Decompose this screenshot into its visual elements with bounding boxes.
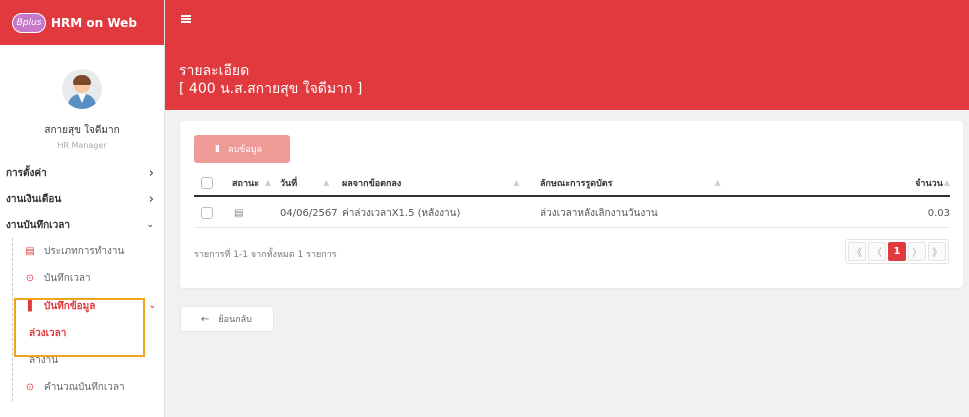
table-header: สถานะ ▲ วันที่ ▲ ผลจากข้อตกลง ▲ ลักษณะกา…: [194, 170, 950, 197]
result-cell: ค่าล่วงเวลาX1.5 (หลังงาน): [342, 207, 461, 219]
back-button-label: ย้อนกลับ: [218, 315, 252, 325]
sidebar-item-time-record[interactable]: ⊙ บันทึกเวลา: [13, 265, 164, 292]
profile-role: HR Manager: [57, 141, 107, 150]
trash-icon: ▮: [215, 144, 220, 154]
document-icon: ▤: [234, 207, 244, 219]
column-date[interactable]: วันที่ ▲: [280, 176, 329, 190]
pagination: 《 〈 1 〉 》: [845, 239, 949, 264]
brand-logo[interactable]: Bplus: [12, 12, 46, 33]
last-page-button[interactable]: 》: [928, 242, 946, 261]
column-header: วันที่: [280, 178, 298, 189]
sort-icon: ▲: [714, 178, 721, 187]
menu-settings[interactable]: การตั้งค่า ›: [0, 160, 164, 186]
menu-payroll-label: งานเงินเดือน: [6, 193, 62, 205]
focus-highlight: [14, 298, 145, 357]
sidebar-item-calc-time[interactable]: ⊙ คำนวณบันทึกเวลา: [13, 374, 164, 401]
list-icon: ▤: [25, 246, 35, 257]
profile-name: สกายสุข ใจดีมาก: [44, 125, 120, 136]
delete-button[interactable]: ▮ ลบข้อมูล: [194, 135, 290, 163]
clock-icon: ⊙: [25, 273, 35, 284]
sidebar-item-work-type[interactable]: ▤ ประเภทการทำงาน: [13, 238, 164, 265]
chevron-down-icon: ⌄: [148, 301, 156, 311]
detail-card: ▮ ลบข้อมูล สถานะ ▲ วันที่ ▲ ผลจากข้อตกลง…: [180, 121, 963, 288]
column-qty[interactable]: จำนวน ▲: [915, 176, 950, 190]
sidebar-item-label: คำนวณบันทึกเวลา: [44, 382, 125, 393]
sidebar-item-label: บันทึกเวลา: [44, 273, 91, 284]
nature-cell: ล่วงเวลาหลังเลิกงานวันงาน: [540, 207, 658, 219]
sort-icon: ▲: [513, 178, 520, 187]
back-button[interactable]: ← ย้อนกลับ: [180, 306, 274, 332]
row-checkbox[interactable]: [201, 207, 213, 219]
qty-cell: 0.03: [927, 207, 950, 219]
sidebar-item-label: ประเภทการทำงาน: [44, 246, 125, 257]
chevron-right-icon: ›: [148, 165, 154, 181]
clock-icon: ⊙: [25, 382, 35, 393]
column-header: สถานะ: [232, 178, 259, 189]
chevron-right-icon: ›: [148, 191, 154, 207]
next-page-button[interactable]: 〉: [908, 242, 926, 261]
first-page-button[interactable]: 《: [848, 242, 866, 261]
column-nature[interactable]: ลักษณะการรูดบัตร ▲: [540, 176, 721, 190]
column-header: ผลจากข้อตกลง: [342, 178, 402, 189]
status-cell: ▤: [234, 208, 243, 219]
sort-icon: ▲: [943, 178, 950, 187]
app-name[interactable]: HRM on Web: [51, 16, 137, 30]
menu-timekeeping[interactable]: งานบันทึกเวลา ⌄: [0, 212, 164, 238]
prev-page-button[interactable]: 〈: [868, 242, 886, 261]
page-1-button[interactable]: 1: [888, 242, 906, 261]
hamburger-icon[interactable]: [181, 15, 191, 23]
date-cell: 04/06/2567: [280, 207, 338, 219]
delete-button-label: ลบข้อมูล: [227, 145, 263, 155]
record-count: รายการที่ 1-1 จากทั้งหมด 1 รายการ: [194, 250, 337, 260]
column-status[interactable]: สถานะ ▲: [232, 176, 271, 190]
page-subtitle: [ 400 น.ส.สกายสุข ใจดีมาก ]: [179, 81, 363, 97]
sort-icon: ▲: [264, 178, 272, 187]
chevron-down-icon: ⌄: [146, 220, 154, 230]
column-result[interactable]: ผลจากข้อตกลง ▲: [342, 176, 519, 190]
sort-icon: ▲: [323, 178, 330, 187]
arrow-left-icon: ←: [201, 313, 210, 325]
page-header: รายละเอียด [ 400 น.ส.สกายสุข ใจดีมาก ]: [165, 0, 969, 110]
menu-timekeeping-label: งานบันทึกเวลา: [6, 219, 70, 231]
brand-bar: Bplus HRM on Web: [0, 0, 164, 45]
menu-settings-label: การตั้งค่า: [6, 167, 47, 179]
column-header: ลักษณะการรูดบัตร: [540, 178, 613, 189]
avatar[interactable]: [62, 69, 102, 109]
sidebar: Bplus HRM on Web สกายสุข ใจดีมาก HR Mana…: [0, 0, 165, 417]
select-all-checkbox[interactable]: [201, 176, 213, 189]
user-profile: สกายสุข ใจดีมาก HR Manager: [0, 45, 164, 160]
menu-payroll[interactable]: งานเงินเดือน ›: [0, 186, 164, 212]
column-header: จำนวน: [915, 178, 943, 189]
table-row[interactable]: ▤ 04/06/2567 ค่าล่วงเวลาX1.5 (หลังงาน) ล…: [194, 199, 950, 228]
